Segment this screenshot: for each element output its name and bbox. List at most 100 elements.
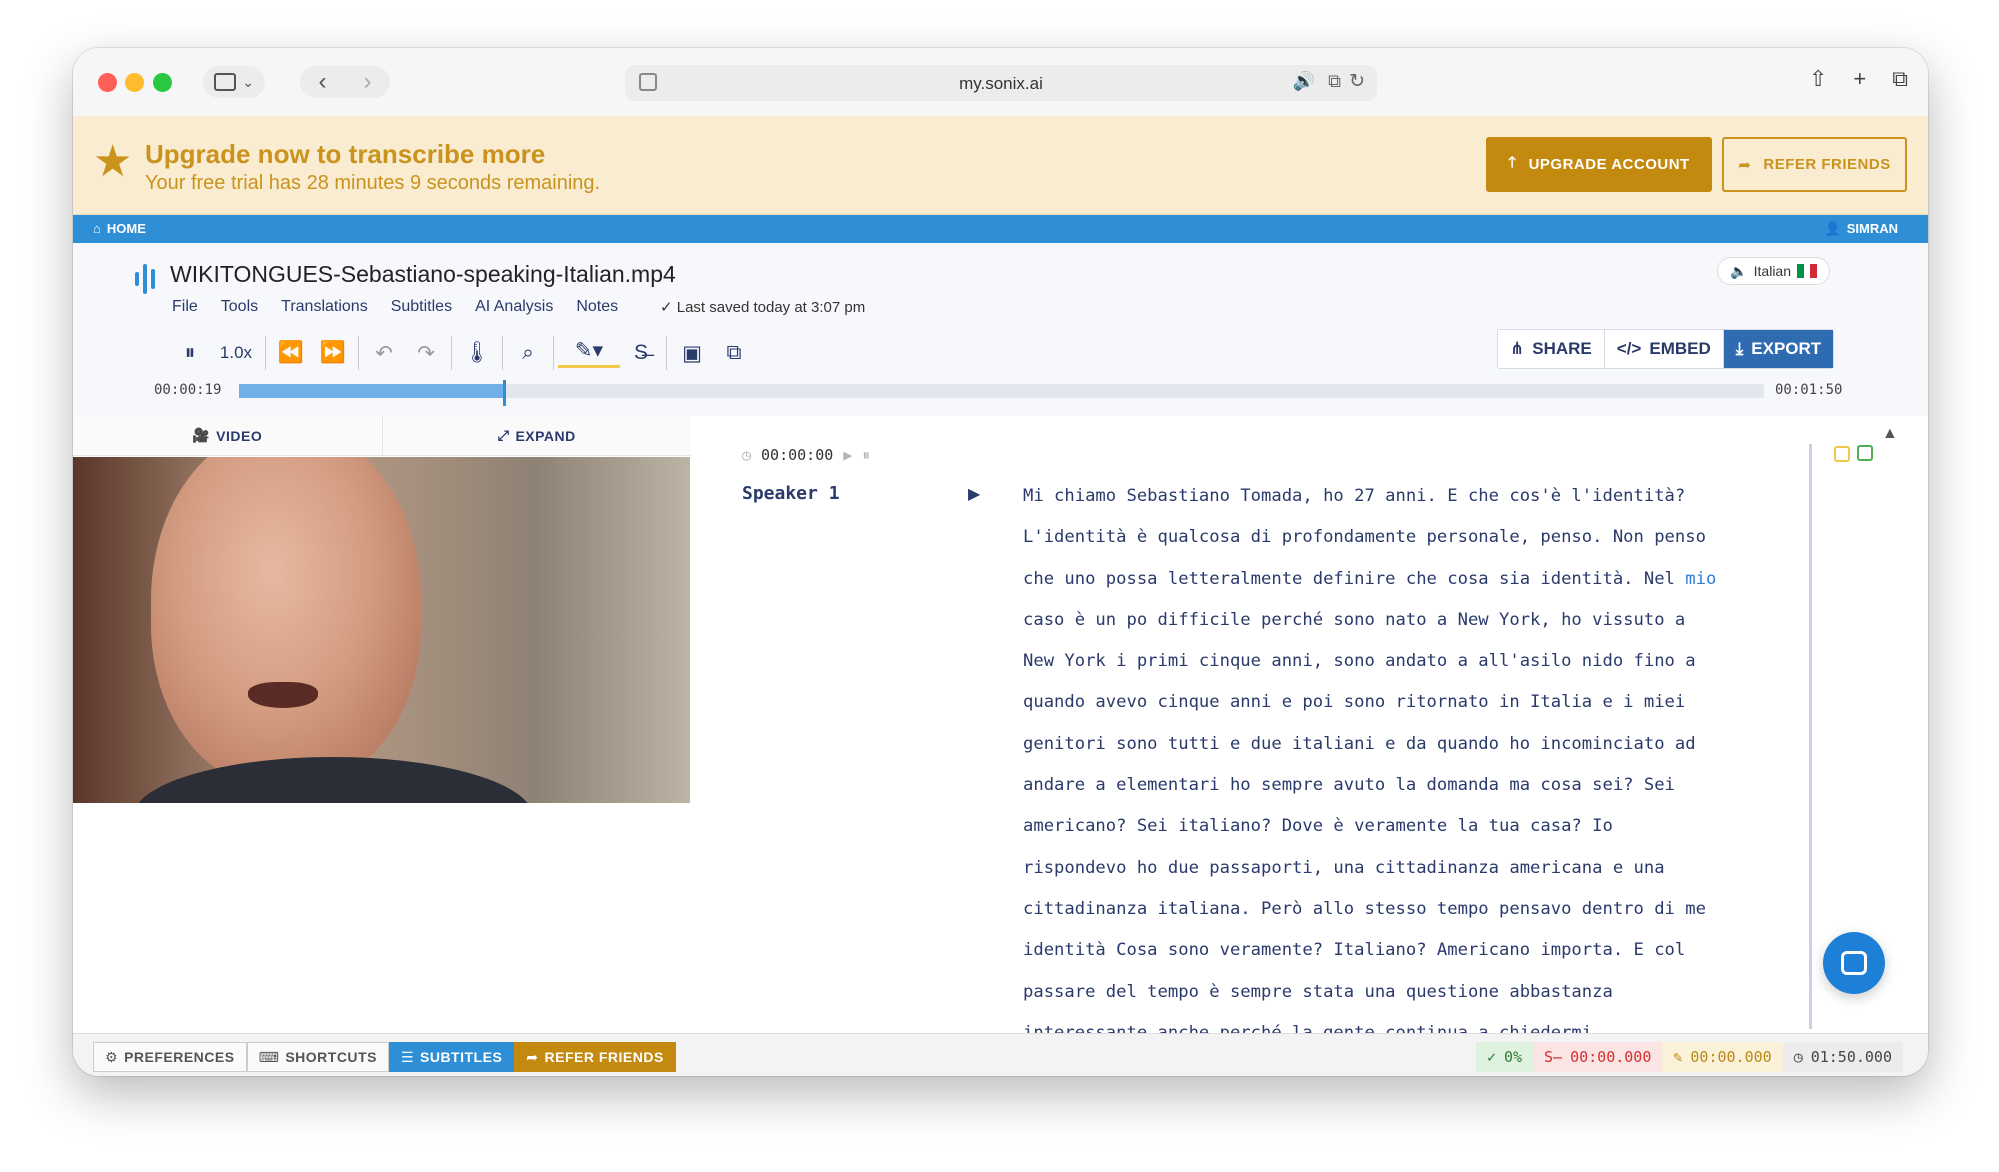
app-nav-bar: ⌂ HOME 👤 SIMRAN [73, 215, 1928, 243]
search-icon[interactable]: ⌕ [507, 341, 549, 365]
clock-icon: ◷ [1793, 1048, 1803, 1066]
subtitles-button[interactable]: ☰ SUBTITLES [388, 1042, 515, 1072]
save-status: ✓ Last saved today at 3:07 pm [660, 298, 865, 316]
transcript-scroll-track[interactable] [1809, 444, 1812, 1029]
strike-time: S̶ 00:00.000 [1533, 1042, 1663, 1072]
scroll-up-icon[interactable]: ▲ [1882, 425, 1898, 443]
editor-toolbar: ⏸ 1.0x ⏪ ⏩ ↶ ↷ 🌡 ⌕ ✎▾ S̶ ▣ ⧉ [169, 331, 755, 375]
video-camera-icon: 🎥 [192, 427, 211, 443]
export-button[interactable]: ⤓ EXPORT [1723, 330, 1834, 368]
timeline-playhead[interactable] [502, 380, 506, 406]
pause-icon[interactable]: ⏸ [862, 446, 870, 464]
caret-right-icon[interactable]: ▶ [968, 484, 980, 504]
preferences-button[interactable]: ⚙ PREFERENCES [93, 1042, 247, 1072]
home-link[interactable]: ⌂ HOME [93, 221, 146, 236]
transcript-line: andare a elementari ho sempre avuto la d… [1023, 775, 1675, 796]
new-tab-icon[interactable]: + [1853, 66, 1866, 92]
language-selector[interactable]: 🔈 Italian [1717, 257, 1830, 285]
transcript-line: americano? Sei italiano? Dove è verament… [1023, 816, 1613, 837]
tab-overview-icon[interactable]: ⧉ [1892, 66, 1908, 92]
refer-friends-bottom-button[interactable]: ➦ REFER FRIENDS [514, 1042, 676, 1072]
menu-translations[interactable]: Translations [281, 298, 368, 316]
fast-forward-icon[interactable]: ⏩ [312, 341, 354, 365]
notes-icon[interactable]: ▣ [671, 341, 713, 366]
rewind-icon[interactable]: ⏪ [270, 341, 312, 365]
speaker-label[interactable]: Speaker 1 [742, 483, 840, 504]
thermometer-icon[interactable]: 🌡 [456, 341, 498, 365]
menu-ai-analysis[interactable]: AI Analysis [475, 298, 553, 316]
share-nodes-icon: ⋔ [1510, 339, 1525, 358]
file-name[interactable]: WIKITONGUES-Sebastiano-speaking-Italian.… [170, 261, 676, 288]
check-icon: ✓ [660, 299, 673, 316]
percent-value: 0% [1503, 1048, 1523, 1066]
play-icon[interactable]: ▶ [843, 446, 852, 464]
chat-icon [1841, 951, 1867, 975]
paragraph-time[interactable]: 00:00:00 [761, 446, 833, 464]
menu-file[interactable]: File [172, 298, 198, 316]
share-export-group: ⋔ SHARE </> EMBED ⤓ EXPORT [1497, 329, 1835, 369]
highlighter-icon[interactable]: ✎▾ [558, 338, 620, 368]
browser-toolbar: ⌄ ‹ › my.sonix.ai 🔊 ⧉ ↻ ⇧ + ⧉ [73, 48, 1928, 116]
tab-expand[interactable]: ⤢ EXPAND [383, 416, 692, 455]
check-icon: ✓ [1486, 1048, 1496, 1066]
comment-icon[interactable] [1857, 445, 1873, 461]
close-window-button[interactable] [98, 73, 117, 92]
forward-button[interactable]: › [364, 67, 372, 97]
minimize-window-button[interactable] [125, 73, 144, 92]
transcript-line: L'identità è qualcosa di profondamente p… [1023, 527, 1706, 548]
upgrade-banner: ★ Upgrade now to transcribe more Your fr… [73, 116, 1928, 215]
user-menu[interactable]: 👤 SIMRAN [1825, 221, 1898, 237]
zoom-window-button[interactable] [153, 73, 172, 92]
shortcuts-button[interactable]: ⌨ SHORTCUTS [246, 1042, 389, 1072]
redo-icon[interactable]: ↷ [405, 341, 447, 366]
chat-support-button[interactable] [1823, 932, 1885, 994]
expand-tab-label: EXPAND [515, 427, 576, 444]
copy-icon[interactable]: ⧉ [713, 341, 755, 365]
file-header: WIKITONGUES-Sebastiano-speaking-Italian.… [73, 243, 1928, 416]
edit-time: ✎ 00:00.000 [1662, 1042, 1783, 1072]
picture-in-picture-icon[interactable]: ⧉ [1328, 71, 1341, 92]
share-button[interactable]: ⋔ SHARE [1498, 330, 1605, 368]
strike-time-value: 00:00.000 [1570, 1048, 1652, 1066]
transcript-text[interactable]: Mi chiamo Sebastiano Tomada, ho 27 anni.… [1023, 476, 1803, 1075]
banner-subtitle: Your free trial has 28 minutes 9 seconds… [145, 172, 601, 194]
refer-friends-bottom-label: REFER FRIENDS [544, 1049, 664, 1065]
current-time: 00:00:19 [154, 382, 222, 398]
browser-window: ⌄ ‹ › my.sonix.ai 🔊 ⧉ ↻ ⇧ + ⧉ ★ Upgrade … [73, 48, 1928, 1076]
star-icon: ★ [93, 137, 133, 186]
video-tab-label: VIDEO [216, 427, 263, 444]
file-menu-bar: File Tools Translations Subtitles AI Ana… [172, 298, 618, 316]
transcript-line: New York i primi cinque anni, sono andat… [1023, 651, 1696, 672]
transcript-line: che uno possa letteralmente definire che… [1023, 568, 1717, 589]
chevron-down-icon: ⌄ [242, 74, 254, 90]
video-player[interactable] [73, 457, 690, 803]
timeline-track[interactable] [239, 380, 1764, 406]
back-button[interactable]: ‹ [319, 67, 327, 97]
bottom-right-stats: ✓ 0% S̶ 00:00.000 ✎ 00:00.000 ◷ 01:50.00… [1475, 1042, 1903, 1072]
undo-icon[interactable]: ↶ [363, 341, 405, 366]
browser-actions: ⇧ + ⧉ [1809, 66, 1908, 92]
speaker-icon[interactable]: 🔊 [1293, 71, 1315, 92]
url-text: my.sonix.ai [959, 74, 1043, 93]
menu-tools[interactable]: Tools [221, 298, 258, 316]
transcript-line: caso è un po difficile perché sono nato … [1023, 609, 1686, 630]
timeline-progress [239, 384, 503, 398]
refer-friends-button[interactable]: ➦ REFER FRIENDS [1722, 137, 1907, 192]
sidebar-toggle-button[interactable]: ⌄ [203, 66, 265, 98]
share-arrow-icon: ➦ [1738, 156, 1752, 174]
menu-notes[interactable]: Notes [576, 298, 618, 316]
playback-speed[interactable]: 1.0x [211, 343, 261, 363]
download-icon: ⤓ [1735, 339, 1744, 358]
note-icon[interactable] [1834, 446, 1850, 462]
menu-subtitles[interactable]: Subtitles [391, 298, 452, 316]
share-icon[interactable]: ⇧ [1809, 66, 1827, 92]
embed-button[interactable]: </> EMBED [1605, 330, 1724, 368]
reload-icon[interactable]: ↻ [1349, 70, 1365, 93]
pause-icon[interactable]: ⏸ [169, 341, 211, 365]
tab-video[interactable]: 🎥 VIDEO [73, 416, 383, 455]
save-status-text: Last saved today at 3:07 pm [676, 299, 866, 316]
speaker-icon: 🔈 [1730, 262, 1748, 279]
strikethrough-icon[interactable]: S̶ [620, 341, 662, 365]
upgrade-account-button[interactable]: 🡑 UPGRADE ACCOUNT [1486, 137, 1712, 192]
address-bar[interactable]: my.sonix.ai 🔊 ⧉ ↻ [625, 65, 1377, 101]
